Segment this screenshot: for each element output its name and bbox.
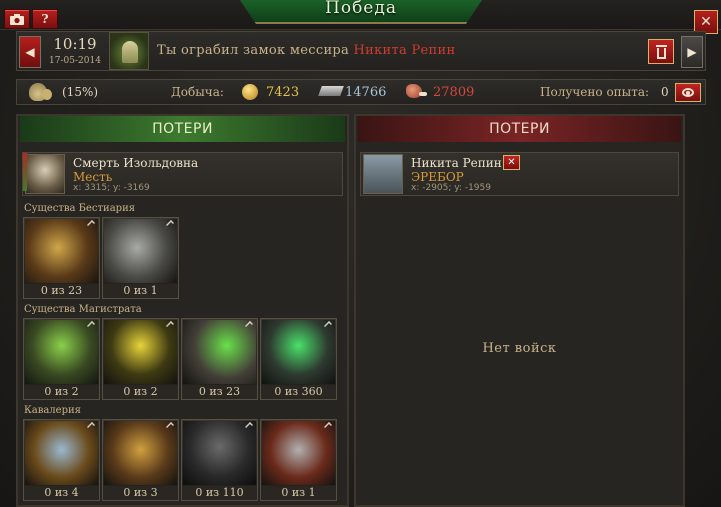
- camera-icon: [10, 13, 24, 25]
- attacker-hero-card: Смерть Изольдовна Месть x: 3315; y: -316…: [22, 152, 343, 196]
- unit-card[interactable]: 0 из 2: [102, 318, 179, 400]
- unit-card[interactable]: 0 из 2: [23, 318, 100, 400]
- report-message: Ты ограбил замок мессира Никита Репин: [157, 43, 455, 58]
- unit-count: 0 из 110: [182, 486, 257, 500]
- attacker-losses-header: ПОТЕРИ: [20, 116, 345, 142]
- flag-icon: [23, 153, 27, 191]
- cavalry-icon: [183, 421, 256, 485]
- screenshot-button[interactable]: [4, 9, 30, 29]
- mage-icon: [104, 320, 177, 384]
- gold-icon: [242, 84, 258, 100]
- iron-value: 14766: [345, 85, 387, 100]
- unit-count: 0 из 23: [182, 385, 257, 399]
- view-details-button[interactable]: [675, 83, 701, 102]
- unit-card[interactable]: 0 из 23: [181, 318, 258, 400]
- hero-castle: ЭРЕБОР: [411, 170, 464, 184]
- unit-count: 0 из 23: [24, 284, 99, 298]
- page-title: Победа: [236, 0, 486, 24]
- iron-icon: [318, 86, 344, 96]
- cavalry-icon: [104, 421, 177, 485]
- unit-card[interactable]: 0 из 1: [102, 217, 179, 299]
- attacker-losses-panel: ПОТЕРИ Смерть Изольдовна Месть x: 3315; …: [16, 114, 349, 507]
- loot-label: Добыча:: [171, 85, 224, 99]
- section-label: Кавалерия: [24, 405, 81, 416]
- top-bar: ? Победа ✕: [0, 0, 721, 34]
- help-icon: ?: [41, 12, 49, 26]
- defender-losses-header: ПОТЕРИ: [358, 116, 681, 142]
- loot-bar: (15%) Добыча: 7423 14766 27809 Получено …: [16, 79, 706, 105]
- hero-name: Смерть Изольдовна: [73, 156, 199, 170]
- previous-report-button[interactable]: ◀: [19, 36, 41, 68]
- report-bar: ◀ 10:19 17-05-2014 Ты ограбил замок месс…: [16, 31, 706, 71]
- arrow-right-icon: ▶: [687, 45, 697, 59]
- unit-card[interactable]: 0 из 4: [23, 419, 100, 501]
- hero-name[interactable]: Никита Репин: [411, 156, 502, 170]
- report-date: 17-05-2014: [49, 56, 101, 66]
- close-icon: ✕: [700, 14, 712, 30]
- report-time: 10:19: [53, 35, 97, 53]
- unit-count: 0 из 3: [103, 486, 178, 500]
- gold-value: 7423: [266, 85, 300, 100]
- hero-castle: Месть: [73, 170, 113, 184]
- castle-icon: [109, 32, 149, 70]
- unit-count: 0 из 2: [24, 385, 99, 399]
- delete-button[interactable]: [648, 39, 674, 64]
- unit-card[interactable]: 0 из 1: [260, 419, 337, 501]
- report-message-text: Ты ограбил замок мессира: [157, 43, 350, 58]
- knight-icon: [104, 219, 177, 283]
- unit-card[interactable]: 0 из 3: [102, 419, 179, 501]
- xp-label: Получено опыта:: [540, 85, 650, 99]
- help-button[interactable]: ?: [32, 9, 58, 29]
- knight-icon: [25, 219, 98, 283]
- defender-losses-panel: ПОТЕРИ Никита Репин ✕ ЭРЕБОР x: -2905; y…: [354, 114, 685, 507]
- section-label: Существа Магистрата: [24, 304, 142, 315]
- mage-icon: [183, 320, 256, 384]
- trash-icon: [656, 45, 667, 47]
- cavalry-icon: [262, 421, 335, 485]
- defender-hero-card: Никита Репин ✕ ЭРЕБОР x: -2905; y: -1959: [360, 152, 679, 196]
- remove-button[interactable]: ✕: [503, 155, 520, 170]
- close-icon: ✕: [507, 157, 516, 168]
- xp-value: 0: [661, 85, 669, 99]
- battle-report-window: ? Победа ✕ ◀ 10:19 17-05-2014 Ты ограбил…: [0, 0, 721, 507]
- unit-card[interactable]: 0 из 360: [260, 318, 337, 400]
- unit-count: 0 из 1: [261, 486, 336, 500]
- loot-percent: (15%): [62, 85, 99, 99]
- next-report-button[interactable]: ▶: [681, 36, 703, 68]
- mage-icon: [262, 320, 335, 384]
- mage-icon: [25, 320, 98, 384]
- target-name-link[interactable]: Никита Репин: [354, 43, 456, 58]
- avatar: [363, 154, 403, 194]
- meat-value: 27809: [433, 85, 475, 100]
- unit-count: 0 из 2: [103, 385, 178, 399]
- unit-count: 0 из 1: [103, 284, 178, 298]
- unit-count: 0 из 360: [261, 385, 336, 399]
- hero-coords: x: 3315; y: -3169: [73, 183, 150, 193]
- unit-count: 0 из 4: [24, 486, 99, 500]
- arrow-left-icon: ◀: [25, 45, 35, 59]
- no-troops-message: Нет войск: [482, 341, 557, 356]
- unit-card[interactable]: 0 из 23: [23, 217, 100, 299]
- hero-coords: x: -2905; y: -1959: [411, 183, 491, 193]
- cavalry-icon: [25, 421, 98, 485]
- avatar: [25, 154, 65, 194]
- unit-card[interactable]: 0 из 110: [181, 419, 258, 501]
- section-label: Существа Бестиария: [24, 203, 136, 214]
